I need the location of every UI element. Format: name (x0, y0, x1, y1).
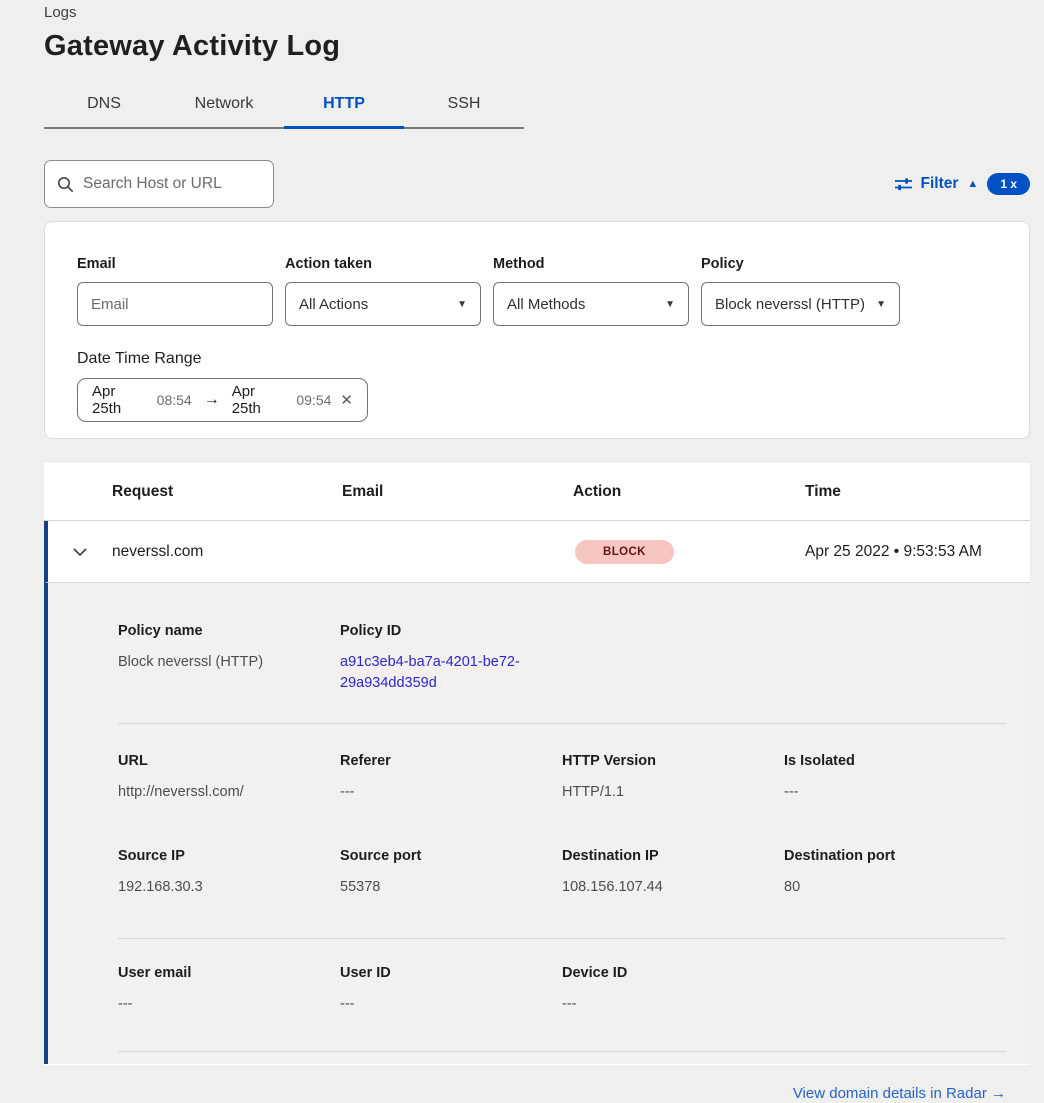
action-filter-select[interactable]: All Actions ▼ (285, 282, 481, 326)
row-request: neverssl.com (112, 543, 342, 561)
device-id-label: Device ID (562, 965, 784, 981)
tab-dns[interactable]: DNS (44, 85, 164, 127)
filter-sliders-icon[interactable] (895, 177, 912, 192)
tab-network[interactable]: Network (164, 85, 284, 127)
destination-ip-label: Destination IP (562, 848, 784, 864)
destination-ip-value: 108.156.107.44 (562, 877, 784, 898)
action-filter-value: All Actions (299, 296, 368, 313)
search-icon (57, 176, 74, 193)
detail-destination-port: Destination port 80 (784, 848, 1006, 898)
detail-policy-id: Policy ID a91c3eb4-ba7a-4201-be72-29a934… (340, 623, 562, 694)
source-ip-label: Source IP (118, 848, 340, 864)
detail-policy-name: Policy name Block neverssl (HTTP) (118, 623, 340, 694)
http-version-value: HTTP/1.1 (562, 782, 784, 803)
chevron-down-icon: ▼ (876, 299, 886, 310)
user-id-label: User ID (340, 965, 562, 981)
method-filter-label: Method (493, 256, 689, 272)
chevron-down-icon: ▼ (457, 299, 467, 310)
activity-log-table: Request Email Action Time neverssl.com B… (44, 463, 1030, 1065)
filter-panel: Email Action taken All Actions ▼ Method … (44, 221, 1030, 439)
detail-is-isolated: Is Isolated --- (784, 753, 1006, 803)
user-email-label: User email (118, 965, 340, 981)
chevron-up-icon[interactable]: ▲ (967, 178, 978, 190)
is-isolated-value: --- (784, 782, 1006, 803)
table-row[interactable]: neverssl.com BLOCK Apr 25 2022 • 9:53:53… (44, 521, 1030, 583)
page-title: Gateway Activity Log (44, 30, 1030, 63)
radar-details-link[interactable]: View domain details in Radar → (793, 1085, 1006, 1102)
daterange-end-date[interactable]: Apr 25th (232, 383, 288, 417)
column-header-time: Time (805, 483, 1030, 501)
row-time: Apr 25 2022 • 9:53:53 AM (805, 543, 1030, 561)
detail-destination-ip: Destination IP 108.156.107.44 (562, 848, 784, 898)
action-block-badge: BLOCK (575, 540, 674, 564)
search-box (44, 160, 274, 208)
table-header-row: Request Email Action Time (44, 463, 1030, 521)
source-ip-value: 192.168.30.3 (118, 877, 340, 898)
detail-http-version: HTTP Version HTTP/1.1 (562, 753, 784, 803)
chevron-down-icon: ▼ (665, 299, 675, 310)
user-email-value: --- (118, 994, 340, 1015)
column-header-request: Request (112, 483, 342, 501)
user-id-value: --- (340, 994, 562, 1015)
clear-daterange-icon[interactable]: ✕ (340, 391, 353, 409)
policy-filter-select[interactable]: Block neverssl (HTTP) ▼ (701, 282, 900, 326)
detail-source-port: Source port 55378 (340, 848, 562, 898)
detail-referer: Referer --- (340, 753, 562, 803)
filter-toggle-button[interactable]: Filter (921, 175, 959, 193)
daterange-control[interactable]: Apr 25th 08:54 → Apr 25th 09:54 ✕ (77, 378, 368, 422)
destination-port-value: 80 (784, 877, 1006, 898)
referer-label: Referer (340, 753, 562, 769)
arrow-right-icon: → (204, 391, 220, 409)
daterange-end-time[interactable]: 09:54 (296, 392, 331, 408)
policy-id-label: Policy ID (340, 623, 562, 639)
policy-id-link[interactable]: a91c3eb4-ba7a-4201-be72-29a934dd359d (340, 652, 532, 694)
column-header-action: Action (573, 483, 805, 501)
daterange-start-date[interactable]: Apr 25th (92, 383, 148, 417)
url-label: URL (118, 753, 340, 769)
detail-device-id: Device ID --- (562, 965, 784, 1015)
tab-ssh[interactable]: SSH (404, 85, 524, 127)
daterange-start-time[interactable]: 08:54 (157, 392, 192, 408)
daterange-label: Date Time Range (77, 350, 997, 368)
breadcrumb[interactable]: Logs (44, 0, 1030, 21)
policy-name-value: Block neverssl (HTTP) (118, 652, 340, 673)
method-filter-value: All Methods (507, 296, 585, 313)
detail-user-email: User email --- (118, 965, 340, 1015)
search-input[interactable] (83, 175, 261, 193)
policy-filter-value: Block neverssl (HTTP) (715, 296, 865, 313)
detail-source-ip: Source IP 192.168.30.3 (118, 848, 340, 898)
email-filter-input[interactable] (91, 296, 259, 313)
email-filter-label: Email (77, 256, 273, 272)
detail-user-id: User ID --- (340, 965, 562, 1015)
action-filter-label: Action taken (285, 256, 481, 272)
device-id-value: --- (562, 994, 784, 1015)
row-expand-chevron-icon[interactable] (48, 547, 112, 557)
column-header-email: Email (342, 483, 573, 501)
is-isolated-label: Is Isolated (784, 753, 1006, 769)
destination-port-label: Destination port (784, 848, 1006, 864)
method-filter-select[interactable]: All Methods ▼ (493, 282, 689, 326)
http-version-label: HTTP Version (562, 753, 784, 769)
log-type-tabs: DNS Network HTTP SSH (44, 85, 524, 129)
detail-url: URL http://neverssl.com/ (118, 753, 340, 803)
policy-filter-label: Policy (701, 256, 900, 272)
referer-value: --- (340, 782, 562, 803)
source-port-label: Source port (340, 848, 562, 864)
tab-http[interactable]: HTTP (284, 85, 404, 127)
policy-name-label: Policy name (118, 623, 340, 639)
url-value: http://neverssl.com/ (118, 782, 340, 803)
filter-count-badge[interactable]: 1 x (987, 173, 1030, 195)
row-detail-panel: Policy name Block neverssl (HTTP) Policy… (44, 583, 1030, 1064)
source-port-value: 55378 (340, 877, 562, 898)
